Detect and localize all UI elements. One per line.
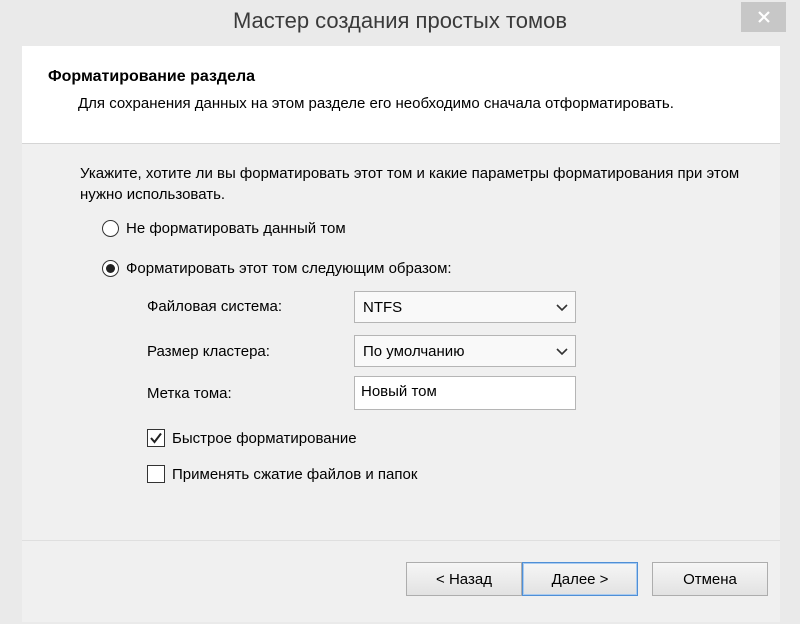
radio-format-button[interactable] — [102, 260, 119, 277]
file-system-select[interactable]: NTFS — [354, 291, 576, 323]
wizard-window: Мастер создания простых томов Форматиров… — [0, 0, 800, 624]
page-title: Форматирование раздела — [48, 68, 256, 85]
checkmark-icon — [150, 432, 162, 444]
volume-label-label: Метка тома: — [147, 385, 232, 402]
wizard-footer: < Назад Далее > Отмена — [22, 540, 780, 622]
radio-format[interactable]: Форматировать этот том следующим образом… — [102, 260, 452, 277]
radio-no-format-label: Не форматировать данный том — [126, 220, 346, 237]
chevron-down-icon — [556, 348, 568, 356]
compression-checkbox[interactable] — [147, 465, 165, 483]
cluster-size-value: По умолчанию — [363, 342, 465, 360]
quick-format-checkbox-row[interactable]: Быстрое форматирование — [147, 429, 357, 447]
radio-no-format[interactable]: Не форматировать данный том — [102, 220, 346, 237]
cluster-size-select[interactable]: По умолчанию — [354, 335, 576, 367]
instruction-text: Укажите, хотите ли вы форматировать этот… — [80, 165, 740, 203]
compression-checkbox-row[interactable]: Применять сжатие файлов и папок — [147, 465, 417, 483]
chevron-down-icon — [556, 304, 568, 312]
radio-no-format-button[interactable] — [102, 220, 119, 237]
window-title: Мастер создания простых томов — [232, 8, 568, 33]
close-icon — [757, 11, 770, 23]
file-system-value: NTFS — [363, 298, 403, 316]
next-button[interactable]: Далее > — [522, 562, 638, 596]
quick-format-label: Быстрое форматирование — [172, 429, 357, 447]
cancel-button[interactable]: Отмена — [652, 562, 768, 596]
quick-format-checkbox[interactable] — [147, 429, 165, 447]
compression-label: Применять сжатие файлов и папок — [172, 465, 418, 483]
page-description: Для сохранения данных на этом разделе ег… — [78, 95, 674, 112]
file-system-label: Файловая система: — [147, 298, 283, 315]
wizard-content: Укажите, хотите ли вы форматировать этот… — [22, 145, 780, 540]
back-button[interactable]: < Назад — [406, 562, 522, 596]
volume-label-input[interactable]: Новый том — [354, 376, 576, 410]
cluster-size-label: Размер кластера: — [147, 343, 270, 360]
close-button[interactable] — [741, 2, 786, 32]
radio-format-label: Форматировать этот том следующим образом… — [126, 260, 452, 277]
title-bar: Мастер создания простых томов — [0, 0, 800, 46]
wizard-header: Форматирование раздела Для сохранения да… — [22, 46, 780, 144]
